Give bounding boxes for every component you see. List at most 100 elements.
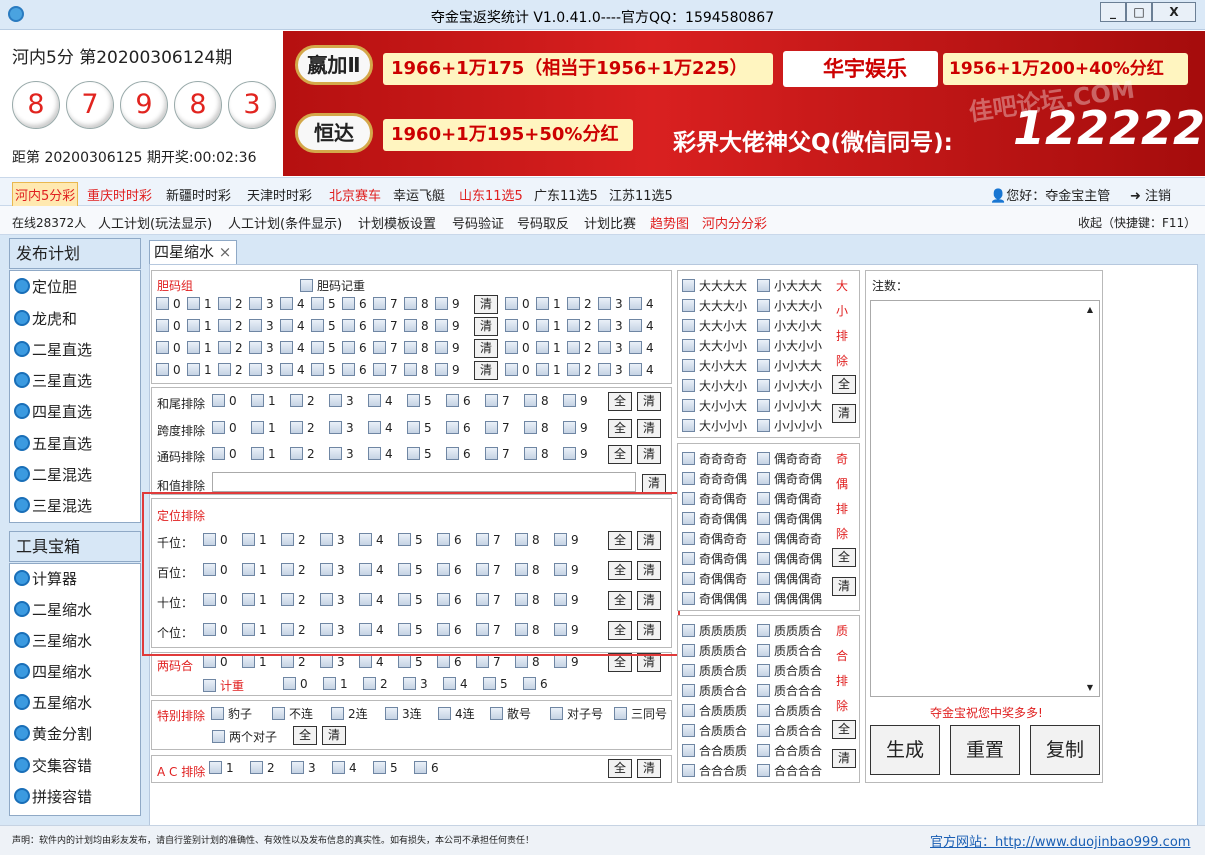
digit-option[interactable]: 1 [251, 447, 276, 461]
pattern-option[interactable]: 质质质合 [682, 642, 747, 659]
digit-option[interactable]: 0 [505, 297, 530, 311]
nav-item[interactable]: 北京赛车 [329, 185, 381, 204]
digit-option[interactable]: 7 [485, 394, 510, 408]
checkbox[interactable] [218, 341, 231, 354]
digit-option[interactable]: 0 [212, 421, 237, 435]
checkbox[interactable] [682, 299, 695, 312]
checkbox[interactable] [757, 359, 770, 372]
close-button[interactable]: X [1152, 2, 1196, 22]
checkbox[interactable] [329, 394, 342, 407]
pattern-option[interactable]: 质质质质 [682, 622, 747, 639]
digit-option[interactable]: 1 [323, 677, 348, 691]
checkbox[interactable] [515, 563, 528, 576]
checkbox[interactable] [280, 319, 293, 332]
clear-button[interactable]: 清 [637, 759, 661, 778]
checkbox[interactable] [483, 677, 496, 690]
checkbox[interactable] [757, 512, 770, 525]
digit-option[interactable]: 6 [342, 319, 367, 333]
checkbox[interactable] [203, 623, 216, 636]
nav-item[interactable]: 广东11选5 [534, 185, 598, 204]
special-option[interactable]: 豹子 [211, 705, 252, 722]
digit-option[interactable]: 4 [629, 319, 654, 333]
checkbox[interactable] [682, 572, 695, 585]
pattern-option[interactable]: 偶偶奇偶 [757, 550, 822, 567]
select-all-button[interactable]: 全 [608, 621, 632, 640]
digit-option[interactable]: 5 [311, 319, 336, 333]
menu-item[interactable]: 计划模板设置 [358, 213, 436, 232]
digit-option[interactable]: 3 [320, 655, 345, 669]
digit-option[interactable]: 2 [281, 655, 306, 669]
checkbox[interactable] [187, 319, 200, 332]
digit-option[interactable]: 4 [359, 623, 384, 637]
digit-option[interactable]: 1 [536, 341, 561, 355]
checkbox[interactable] [682, 644, 695, 657]
checkbox[interactable] [682, 664, 695, 677]
checkbox[interactable] [476, 623, 489, 636]
digit-option[interactable]: 7 [373, 297, 398, 311]
checkbox[interactable] [363, 677, 376, 690]
digit-option[interactable]: 5 [311, 341, 336, 355]
checkbox[interactable] [242, 533, 255, 546]
pattern-option[interactable]: 小大小小 [757, 337, 822, 354]
checkbox[interactable] [757, 472, 770, 485]
checkbox[interactable] [203, 563, 216, 576]
digit-option[interactable]: 5 [398, 593, 423, 607]
digit-option[interactable]: 2 [218, 341, 243, 355]
checkbox[interactable] [398, 563, 411, 576]
checkbox[interactable] [251, 394, 264, 407]
checkbox[interactable] [682, 379, 695, 392]
nav-item[interactable]: 天津时时彩 [247, 185, 312, 204]
checkbox[interactable] [331, 707, 344, 720]
pattern-option[interactable]: 大小大小 [682, 377, 747, 394]
checkbox[interactable] [203, 655, 216, 668]
checkbox[interactable] [291, 761, 304, 774]
pattern-option[interactable]: 质质合合 [682, 682, 747, 699]
pattern-option[interactable]: 合质质质 [682, 702, 747, 719]
digit-option[interactable]: 6 [342, 297, 367, 311]
checkbox[interactable] [567, 319, 580, 332]
clear-button[interactable]: 清 [474, 339, 498, 358]
checkbox[interactable] [476, 563, 489, 576]
digit-option[interactable]: 2 [567, 363, 592, 377]
pattern-option[interactable]: 奇奇偶偶 [682, 510, 747, 527]
digit-option[interactable]: 7 [476, 623, 501, 637]
digit-option[interactable]: 8 [404, 297, 429, 311]
checkbox[interactable] [320, 563, 333, 576]
digit-option[interactable]: 5 [398, 655, 423, 669]
checkbox[interactable] [505, 319, 518, 332]
pattern-option[interactable]: 小小小大 [757, 397, 822, 414]
checkbox[interactable] [218, 363, 231, 376]
checkbox[interactable] [359, 623, 372, 636]
clear-button[interactable]: 清 [637, 419, 661, 438]
checkbox[interactable] [373, 319, 386, 332]
digit-option[interactable]: 2 [567, 319, 592, 333]
checkbox[interactable] [187, 341, 200, 354]
checkbox[interactable] [218, 297, 231, 310]
select-all-button[interactable]: 全 [608, 561, 632, 580]
digit-option[interactable]: 5 [483, 677, 508, 691]
checkbox[interactable] [505, 341, 518, 354]
digit-option[interactable]: 3 [598, 297, 623, 311]
pattern-option[interactable]: 偶奇奇偶 [757, 470, 822, 487]
menu-item[interactable]: 人工计划(条件显示) [228, 213, 342, 232]
checkbox[interactable] [757, 704, 770, 717]
pattern-option[interactable]: 质质质合 [757, 622, 822, 639]
checkbox[interactable] [536, 363, 549, 376]
checkbox[interactable] [281, 533, 294, 546]
checkbox[interactable] [281, 593, 294, 606]
digit-option[interactable]: 9 [435, 319, 460, 333]
checkbox[interactable] [368, 421, 381, 434]
checkbox[interactable] [757, 299, 770, 312]
checkbox[interactable] [373, 341, 386, 354]
select-all-button[interactable]: 全 [608, 653, 632, 672]
checkbox[interactable] [242, 593, 255, 606]
digit-option[interactable]: 3 [403, 677, 428, 691]
digit-option[interactable]: 2 [281, 593, 306, 607]
sidebar-item[interactable]: 交集容错 [14, 755, 92, 777]
checkbox[interactable] [757, 664, 770, 677]
checkbox[interactable] [385, 707, 398, 720]
sidebar-item[interactable]: 五星直选 [14, 433, 92, 455]
checkbox[interactable] [359, 563, 372, 576]
clear-button[interactable]: 清 [474, 317, 498, 336]
checkbox[interactable] [550, 707, 563, 720]
